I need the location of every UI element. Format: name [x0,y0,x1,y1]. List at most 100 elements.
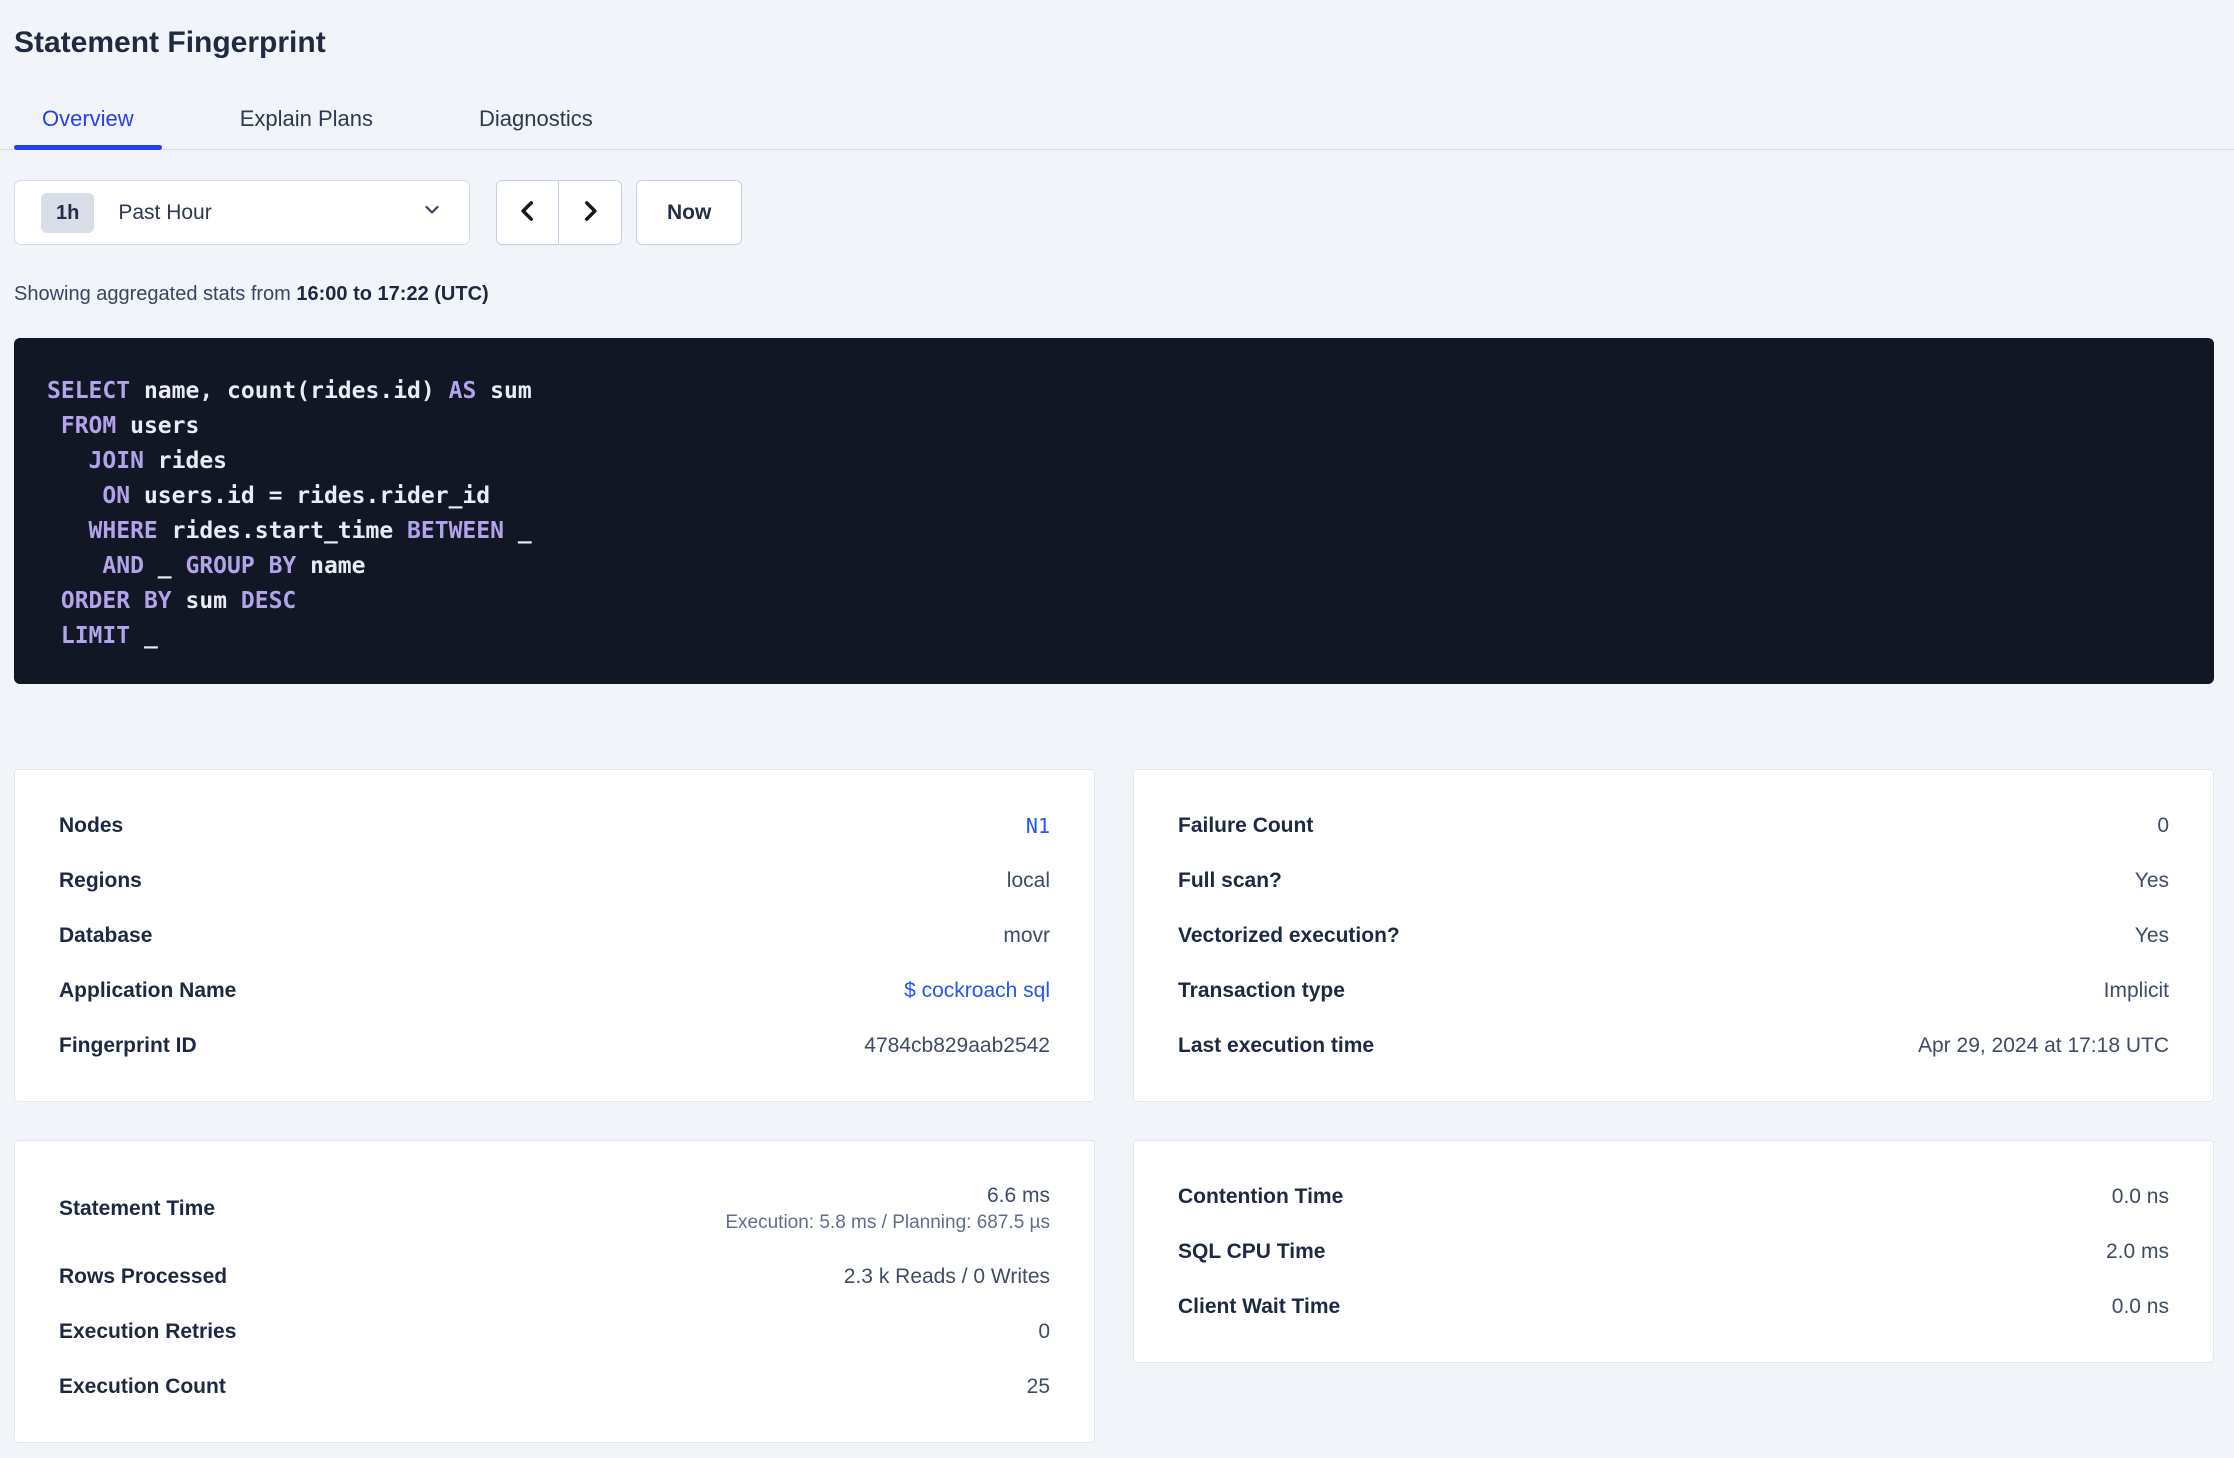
tab-bar: Overview Explain Plans Diagnostics [0,96,2234,150]
statement-details-card: Nodes N1 Regions local Database movr Applicati… [14,769,1095,1102]
row-failure-count: Failure Count 0 [1178,798,2169,853]
time-step-buttons [496,180,622,245]
sql-line: FROM users [60,413,200,439]
row-label: Fingerprint ID [59,1033,197,1057]
row-full-scan: Full scan? Yes [1178,853,2169,908]
row-statement-time: Statement Time 6.6 ms Execution: 5.8 ms / … [59,1169,1050,1249]
row-value: 25 [1026,1374,1050,1398]
row-fingerprint-id: Fingerprint ID 4784cb829aab2542 [59,1018,1050,1073]
next-time-button[interactable] [559,181,621,244]
sql-line: LIMIT _ [60,623,158,649]
row-value-group: movr [1003,924,1050,948]
row-regions: Regions local [59,853,1050,908]
aggregated-stats-caption: Showing aggregated stats from 16:00 to 1… [14,283,2214,306]
row-value: 6.6 ms [986,1184,1050,1207]
page-title: Statement Fingerprint [14,26,326,59]
sql-statement-box: SELECT name, count(rides.id) AS sum FROM… [14,338,2214,684]
row-label: Full scan? [1178,868,1282,892]
row-nodes: Nodes N1 [59,798,1050,853]
row-value: 0 [1038,1319,1050,1343]
sql-line: ORDER BY sum DESC [60,588,297,614]
row-label: Database [59,923,153,947]
tab-diagnostics[interactable]: Diagnostics [451,96,621,149]
statement-times-card: Statement Time 6.6 ms Execution: 5.8 ms / … [14,1140,1095,1443]
row-application-name: Application Name $ cockroach sql [59,963,1050,1018]
row-value: 0 [2157,813,2169,837]
statement-fingerprint-page: Statement Fingerprint Overview Explain Pl… [0,0,2234,1443]
now-button[interactable]: Now [636,180,743,245]
row-value: Yes [2134,868,2169,892]
row-value: 2.3 k Reads / 0 Writes [843,1264,1050,1288]
time-controls: 1h Past Hour Now [14,180,2214,245]
row-label: Vectorized execution? [1178,923,1400,947]
cards-grid: Nodes N1 Regions local Database movr Applicati… [14,769,2214,1443]
row-value: 2.0 ms [2105,1239,2169,1263]
tab-explain-plans[interactable]: Explain Plans [212,96,401,149]
row-value: local [1006,868,1050,892]
row-value-link[interactable]: $ cockroach sql [904,979,1050,1003]
row-value-group: 4784cb829aab2542 [864,1034,1050,1058]
row-label: Contention Time [1178,1184,1344,1208]
row-value: Apr 29, 2024 at 17:18 UTC [1918,1033,2169,1057]
row-label: Transaction type [1178,978,1345,1002]
row-value-group: 0 [2157,814,2169,838]
row-value-group: Yes [2135,924,2169,948]
row-label: SQL CPU Time [1178,1239,1326,1263]
row-sql-cpu-time: SQL CPU Time 2.0 ms [1178,1224,2169,1279]
row-value-group: 0.0 ns [2112,1185,2169,1209]
caption-prefix: Showing aggregated stats from [14,283,291,305]
row-value-group: $ cockroach sql [904,979,1050,1003]
row-label: Failure Count [1178,813,1314,837]
chevron-down-icon [421,199,443,226]
execution-attributes-card: Failure Count 0 Full scan? Yes Vectorized ex… [1133,769,2214,1102]
row-label: Execution Retries [59,1319,237,1343]
row-value: Implicit [2103,978,2169,1002]
row-value: 0.0 ns [2111,1294,2169,1318]
sql-line: SELECT name, count(rides.id) AS sum [47,378,532,404]
row-value-group: 6.6 ms Execution: 5.8 ms / Planning: 687.… [725,1184,1050,1234]
row-transaction-type: Transaction type Implicit [1178,963,2169,1018]
chevron-right-icon [577,198,603,227]
row-value-group: 2.3 k Reads / 0 Writes [844,1265,1050,1289]
row-value-group: 0.0 ns [2112,1295,2169,1319]
row-caption: Execution: 5.8 ms / Planning: 687.5 µs [725,1212,1050,1233]
row-value-group: N1 [1026,814,1050,838]
sql-statement-code: SELECT name, count(rides.id) AS sum FROM… [47,374,2181,654]
row-value-link[interactable]: N1 [1026,814,1050,838]
row-value-group: 0 [1038,1320,1050,1344]
chevron-left-icon [515,198,541,227]
sql-line: AND _ GROUP BY name [102,553,366,579]
tab-overview[interactable]: Overview [14,96,162,150]
row-rows-processed: Rows Processed 2.3 k Reads / 0 Writes [59,1249,1050,1304]
time-range-dropdown[interactable]: 1h Past Hour [14,180,470,245]
row-value: Yes [2134,923,2169,947]
sql-line: JOIN rides [88,448,228,474]
caption-range: 16:00 to 17:22 (UTC) [296,283,489,305]
row-contention-time: Contention Time 0.0 ns [1178,1169,2169,1224]
row-label: Nodes [59,813,124,837]
row-label: Client Wait Time [1178,1294,1341,1318]
sql-line: ON users.id = rides.rider_id [102,483,491,509]
row-value-group: local [1007,869,1050,893]
row-value-group: Apr 29, 2024 at 17:18 UTC [1918,1034,2169,1058]
row-execution-count: Execution Count 25 [59,1359,1050,1414]
row-label: Regions [59,868,142,892]
row-value: 4784cb829aab2542 [864,1033,1050,1057]
row-label: Rows Processed [59,1264,228,1288]
prev-time-button[interactable] [497,181,559,244]
time-range-badge: 1h [41,192,95,233]
row-label: Application Name [59,978,237,1002]
row-client-wait-time: Client Wait Time 0.0 ns [1178,1279,2169,1334]
row-value: movr [1003,923,1050,947]
row-label: Last execution time [1178,1033,1375,1057]
row-execution-retries: Execution Retries 0 [59,1304,1050,1359]
row-database: Database movr [59,908,1050,963]
row-value-group: 2.0 ms [2106,1240,2169,1264]
row-value-group: Implicit [2104,979,2169,1003]
row-value-group: Yes [2135,869,2169,893]
time-range-label: Past Hour [118,200,212,224]
row-value-group: 25 [1027,1375,1050,1399]
row-label: Execution Count [59,1374,226,1398]
row-value: 0.0 ns [2111,1184,2169,1208]
row-vectorized-execution: Vectorized execution? Yes [1178,908,2169,963]
